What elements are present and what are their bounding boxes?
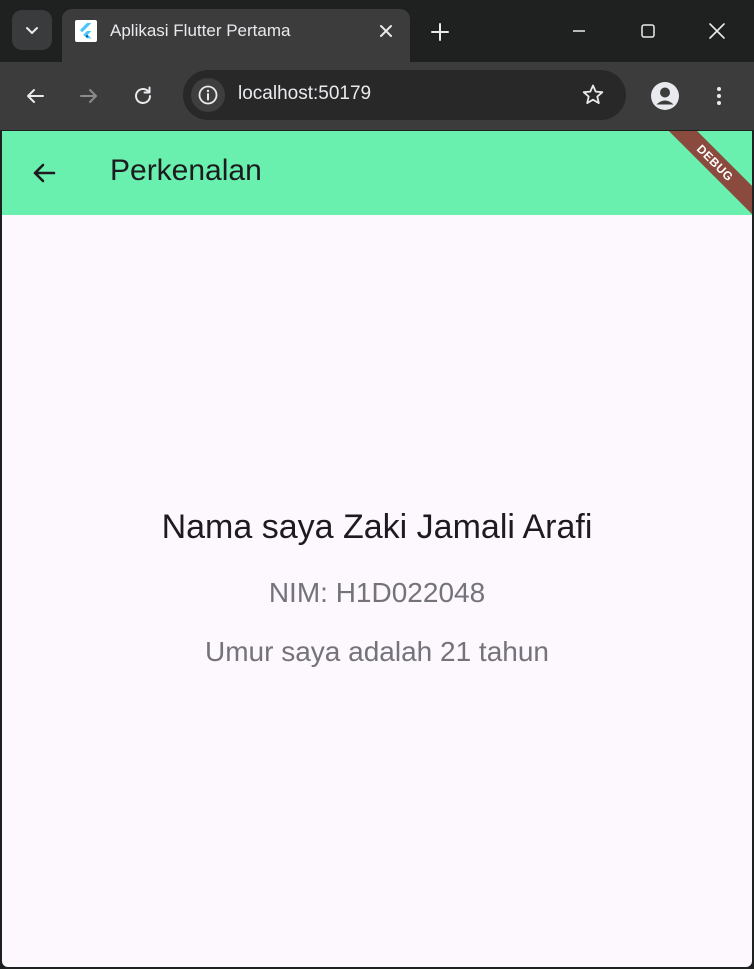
flutter-favicon-icon — [75, 20, 97, 42]
arrow-left-icon — [27, 89, 44, 103]
app-viewport: Perkenalan DEBUG Nama saya Zaki Jamali A… — [2, 131, 752, 967]
browser-window: Aplikasi Flutter Pertama localhost:50179… — [0, 0, 754, 969]
forward-button[interactable] — [71, 78, 107, 114]
app-back-button[interactable] — [24, 153, 64, 193]
page-title: Perkenalan — [110, 154, 262, 187]
menu-button[interactable] — [701, 78, 737, 114]
arrow-right-icon — [80, 89, 97, 103]
app-bar: Perkenalan DEBUG — [2, 131, 752, 224]
browser-toolbar: localhost:50179 — [0, 62, 754, 130]
site-info-button[interactable] — [191, 78, 225, 112]
tab-search-button[interactable] — [12, 10, 52, 50]
profile-button[interactable] — [647, 78, 683, 114]
close-icon — [709, 23, 725, 39]
arrow-back-icon — [33, 163, 56, 183]
back-button[interactable] — [17, 78, 53, 114]
debug-banner: DEBUG — [654, 131, 752, 224]
address-bar[interactable]: localhost:50179 — [183, 70, 626, 120]
info-icon — [198, 85, 218, 105]
new-tab-icon[interactable] — [426, 18, 454, 46]
close-tab-icon[interactable] — [376, 21, 396, 41]
url-text: localhost:50179 — [238, 83, 372, 104]
profile-avatar-icon — [651, 82, 679, 110]
reload-button[interactable] — [125, 78, 161, 114]
tab-strip: Aplikasi Flutter Pertama — [0, 0, 754, 62]
minimize-icon — [573, 30, 585, 32]
browser-tab[interactable]: Aplikasi Flutter Pertama — [62, 9, 410, 62]
name-text: Nama saya Zaki Jamali Arafi — [161, 508, 593, 546]
minimize-button[interactable] — [561, 14, 597, 48]
reload-icon — [135, 86, 151, 104]
age-text: Umur saya adalah 21 tahun — [205, 636, 549, 667]
star-icon[interactable] — [580, 82, 606, 108]
chevron-down-icon — [26, 27, 38, 34]
tab-title: Aplikasi Flutter Pertama — [110, 21, 291, 40]
intro-content: Nama saya Zaki Jamali Arafi NIM: H1D0220… — [2, 215, 752, 967]
more-vertical-icon — [717, 87, 721, 105]
close-window-button[interactable] — [699, 14, 735, 48]
maximize-icon — [641, 24, 655, 38]
nim-text: NIM: H1D022048 — [268, 577, 486, 608]
maximize-button[interactable] — [630, 14, 666, 48]
